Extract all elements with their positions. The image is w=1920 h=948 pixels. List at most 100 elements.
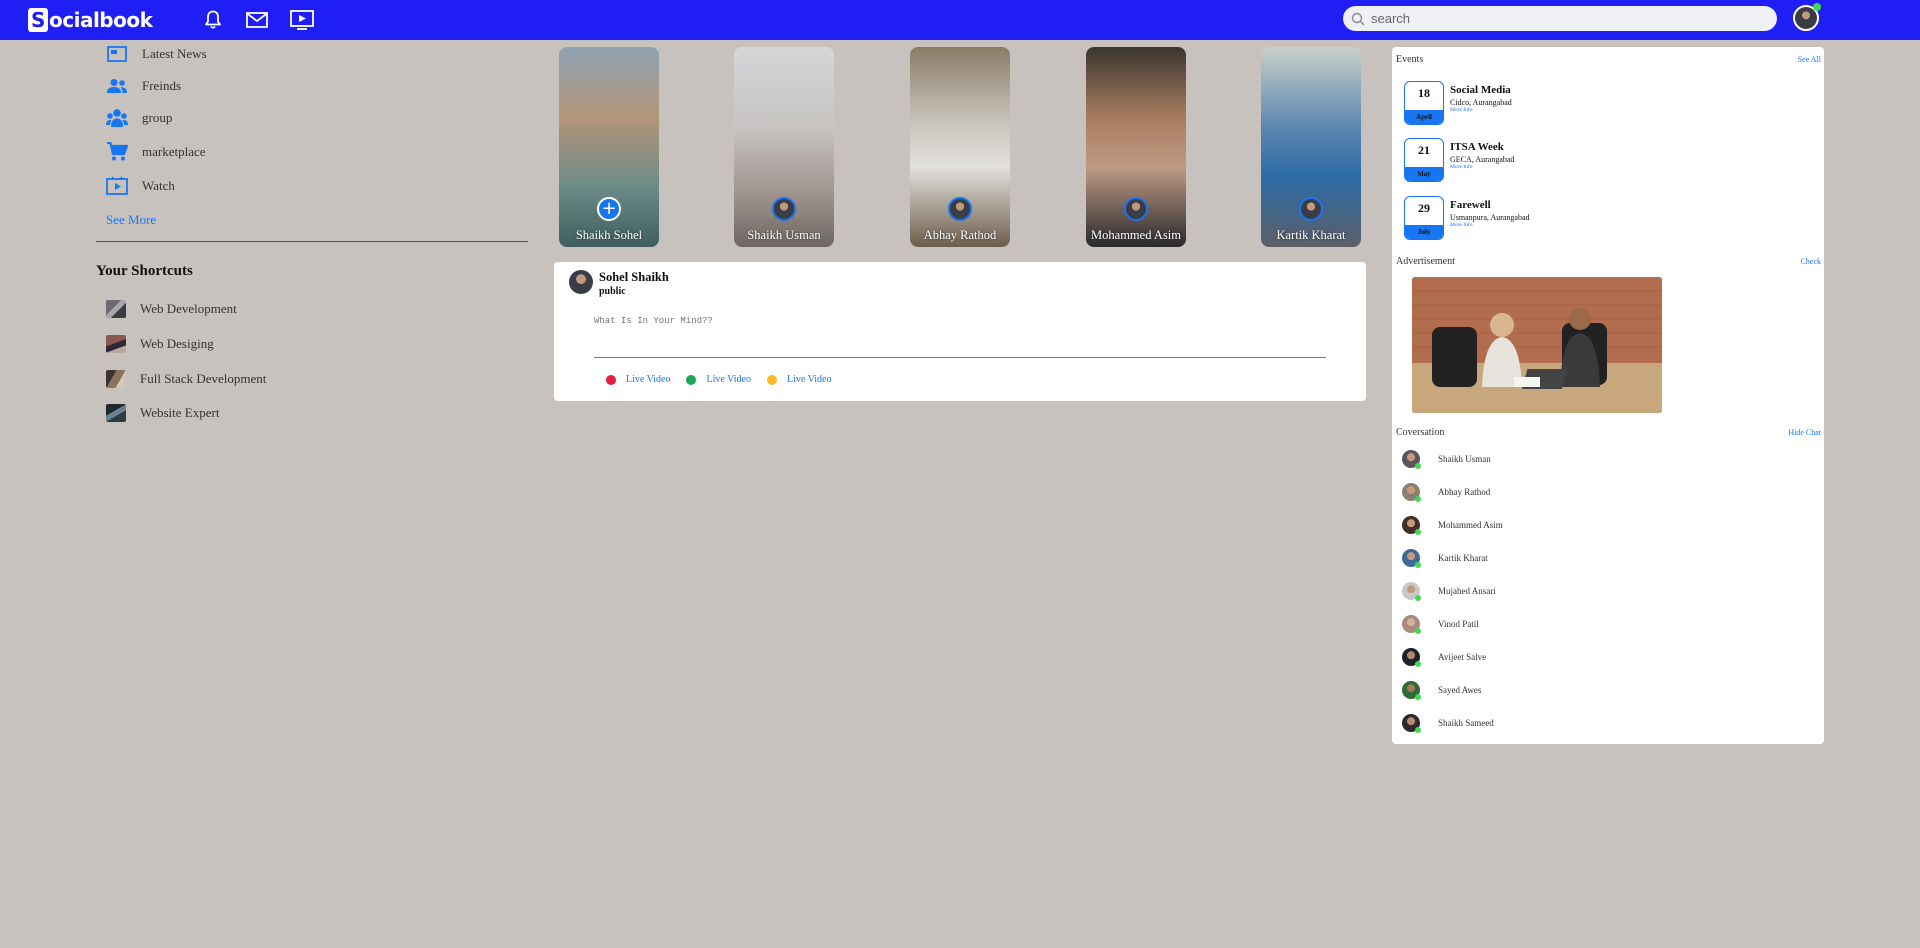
chat-contact[interactable]: Abhay Rathod xyxy=(1402,483,1491,502)
search-bar[interactable] xyxy=(1343,6,1777,31)
contact-name: Mujahed Ansari xyxy=(1438,586,1496,596)
chat-contact[interactable]: Avijeet Salve xyxy=(1402,648,1486,667)
story-card[interactable]: Kartik Kharat xyxy=(1261,47,1361,247)
post-visibility[interactable]: public xyxy=(599,286,626,297)
story-avatar xyxy=(948,197,972,221)
photo-icon xyxy=(686,374,697,385)
sidebar-item-friends[interactable]: Freinds xyxy=(106,76,181,96)
event-location: Cidco, Aurangabad xyxy=(1450,98,1512,107)
event-more-info-link[interactable]: More Info xyxy=(1450,107,1472,113)
contact-avatar xyxy=(1402,582,1421,601)
add-story-icon[interactable]: + xyxy=(597,197,621,221)
post-input[interactable] xyxy=(594,316,1326,358)
contact-name: Mohammed Asim xyxy=(1438,520,1503,530)
event-location: Usmanpura, Aurangabad xyxy=(1450,213,1530,222)
logo-letter: S xyxy=(28,8,48,32)
contact-avatar xyxy=(1402,549,1421,568)
chat-contact[interactable]: Shaikh Sameed xyxy=(1402,714,1494,733)
photo-video-button[interactable]: Live Video xyxy=(686,374,751,385)
shortcut-full-stack-development[interactable]: Full Stack Development xyxy=(106,370,266,388)
event-title: ITSA Week xyxy=(1450,141,1504,153)
sidebar-item-watch[interactable]: Watch xyxy=(106,176,175,196)
sidebar-item-group[interactable]: group xyxy=(106,108,172,128)
online-status-dot xyxy=(1415,529,1421,535)
event-date-badge: 21 May xyxy=(1404,138,1444,182)
see-all-link[interactable]: See All xyxy=(1798,55,1821,64)
sidebar-divider xyxy=(96,241,528,242)
right-sidebar: Events See All 18 April Social Media Cid… xyxy=(1392,47,1824,744)
chat-contact[interactable]: Vinod Patil xyxy=(1402,615,1479,634)
mail-icon[interactable] xyxy=(243,6,271,34)
feeling-button[interactable]: Live Video xyxy=(766,374,832,385)
chat-contact[interactable]: Mujahed Ansari xyxy=(1402,582,1496,601)
search-icon xyxy=(1351,12,1365,25)
shortcut-label: Full Stack Development xyxy=(140,371,267,386)
hide-chat-link[interactable]: Hide Chat xyxy=(1788,428,1821,437)
cart-icon xyxy=(106,142,128,162)
action-label: Live Video xyxy=(706,374,751,385)
shortcut-thumbnail xyxy=(106,404,126,422)
app-logo[interactable]: Socialbook xyxy=(28,5,153,35)
story-avatar xyxy=(1299,197,1323,221)
event-month: July xyxy=(1405,225,1443,239)
watch-icon xyxy=(106,176,128,196)
chat-contact[interactable]: Sayed Awes xyxy=(1402,681,1482,700)
event-more-info-link[interactable]: More Info xyxy=(1450,222,1472,228)
story-card[interactable]: Abhay Rathod xyxy=(910,47,1010,247)
action-label: Live Video xyxy=(786,374,832,385)
shortcut-web-development[interactable]: Web Development xyxy=(106,300,237,318)
shortcut-web-designing[interactable]: Web Desiging xyxy=(106,335,214,353)
story-avatar xyxy=(1124,197,1148,221)
contact-avatar xyxy=(1402,450,1421,469)
online-status-dot xyxy=(1415,628,1421,634)
chat-contact[interactable]: Shaikh Usman xyxy=(1402,450,1491,469)
event-day: 18 xyxy=(1418,86,1430,100)
sidebar-item-label: group xyxy=(142,110,173,125)
story-card[interactable]: + Shaikh Sohel xyxy=(559,47,659,247)
contact-name: Shaikh Sameed xyxy=(1438,718,1494,728)
contact-avatar xyxy=(1402,615,1421,634)
shortcut-thumbnail xyxy=(106,335,126,353)
video-icon[interactable] xyxy=(288,6,316,34)
contact-name: Sayed Awes xyxy=(1438,685,1482,695)
shortcut-thumbnail xyxy=(106,370,126,388)
contact-name: Shaikh Usman xyxy=(1438,454,1491,464)
create-post-box: Sohel Shaikh public Live Video Live Vide… xyxy=(554,262,1366,401)
sidebar-item-latest-news[interactable]: Latest News xyxy=(106,44,207,64)
story-name: Kartik Kharat xyxy=(1276,228,1346,242)
see-more-link[interactable]: See More xyxy=(106,212,156,228)
bell-icon[interactable] xyxy=(199,6,227,34)
check-ad-link[interactable]: Check xyxy=(1801,257,1821,266)
event-location: GECA, Aurangabad xyxy=(1450,155,1515,164)
advertisement-image[interactable] xyxy=(1412,277,1662,413)
contact-name: Kartik Kharat xyxy=(1438,553,1488,563)
chat-contact[interactable]: Mohammed Asim xyxy=(1402,516,1503,535)
contact-name: Abhay Rathod xyxy=(1438,487,1491,497)
event-month: April xyxy=(1405,110,1443,124)
contact-avatar xyxy=(1402,648,1421,667)
story-name: Shaikh Sohel xyxy=(575,228,643,242)
story-card[interactable]: Shaikh Usman xyxy=(734,47,834,247)
event-day: 21 xyxy=(1418,143,1430,157)
logo-text: ocialbook xyxy=(49,8,153,32)
online-status-dot xyxy=(1813,3,1821,11)
event-title: Social Media xyxy=(1450,84,1511,96)
top-navbar: Socialbook xyxy=(0,0,1920,40)
search-input[interactable] xyxy=(1371,11,1751,26)
conversation-title: Coversation xyxy=(1396,427,1445,438)
advertisement-title: Advertisement xyxy=(1396,256,1455,267)
event-day: 29 xyxy=(1418,201,1430,215)
live-video-button[interactable]: Live Video xyxy=(606,374,670,385)
action-label: Live Video xyxy=(626,374,671,385)
sidebar-item-marketplace[interactable]: marketplace xyxy=(106,142,206,162)
story-card[interactable]: Mohammed Asim xyxy=(1086,47,1186,247)
online-status-dot xyxy=(1415,727,1421,733)
contact-avatar xyxy=(1402,516,1421,535)
shortcut-website-expert[interactable]: Website Expert xyxy=(106,404,219,422)
sidebar-item-label: Latest News xyxy=(142,46,207,61)
profile-avatar[interactable] xyxy=(1793,3,1821,31)
sidebar-item-label: Watch xyxy=(142,178,175,193)
event-more-info-link[interactable]: More Info xyxy=(1450,164,1472,170)
chat-contact[interactable]: Kartik Kharat xyxy=(1402,549,1488,568)
friends-icon xyxy=(106,76,128,96)
